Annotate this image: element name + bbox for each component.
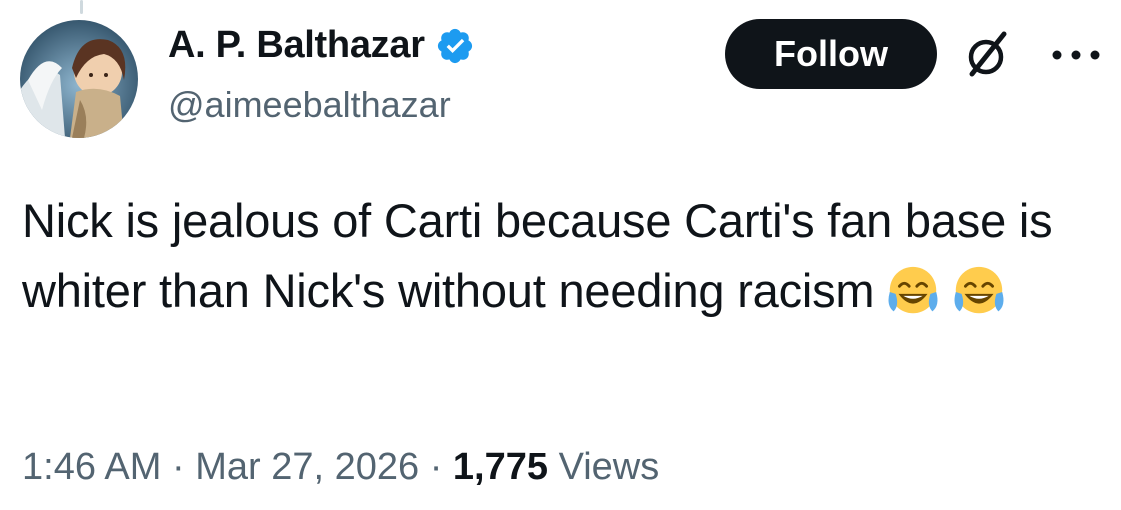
verified-badge-icon[interactable]	[435, 26, 475, 66]
thread-connector	[80, 0, 83, 14]
tweet-text: Nick is jealous of Carti because Carti's…	[22, 186, 1082, 340]
meta-separator: ·	[429, 446, 443, 488]
laughing-tears-emoji-icon	[950, 263, 1008, 340]
avatar[interactable]	[20, 20, 138, 138]
more-icon[interactable]	[1045, 40, 1107, 70]
display-name[interactable]: A. P. Balthazar	[168, 24, 425, 67]
follow-button[interactable]: Follow	[725, 19, 937, 89]
emoji-group	[884, 263, 1008, 340]
timestamp-time[interactable]: 1:46 AM	[22, 446, 161, 488]
author-name-row: A. P. Balthazar	[168, 24, 475, 67]
author-handle[interactable]: @aimeebalthazar	[168, 84, 451, 126]
grok-icon[interactable]	[958, 26, 1016, 84]
views-label: Views	[558, 446, 660, 488]
meta-separator: ·	[171, 446, 185, 488]
tweet-meta: 1:46 AM · Mar 27, 2026 · 1,775 Views	[22, 446, 659, 489]
views-count[interactable]: 1,775	[453, 446, 548, 488]
laughing-tears-emoji-icon	[884, 263, 942, 340]
timestamp-date[interactable]: Mar 27, 2026	[195, 446, 419, 488]
